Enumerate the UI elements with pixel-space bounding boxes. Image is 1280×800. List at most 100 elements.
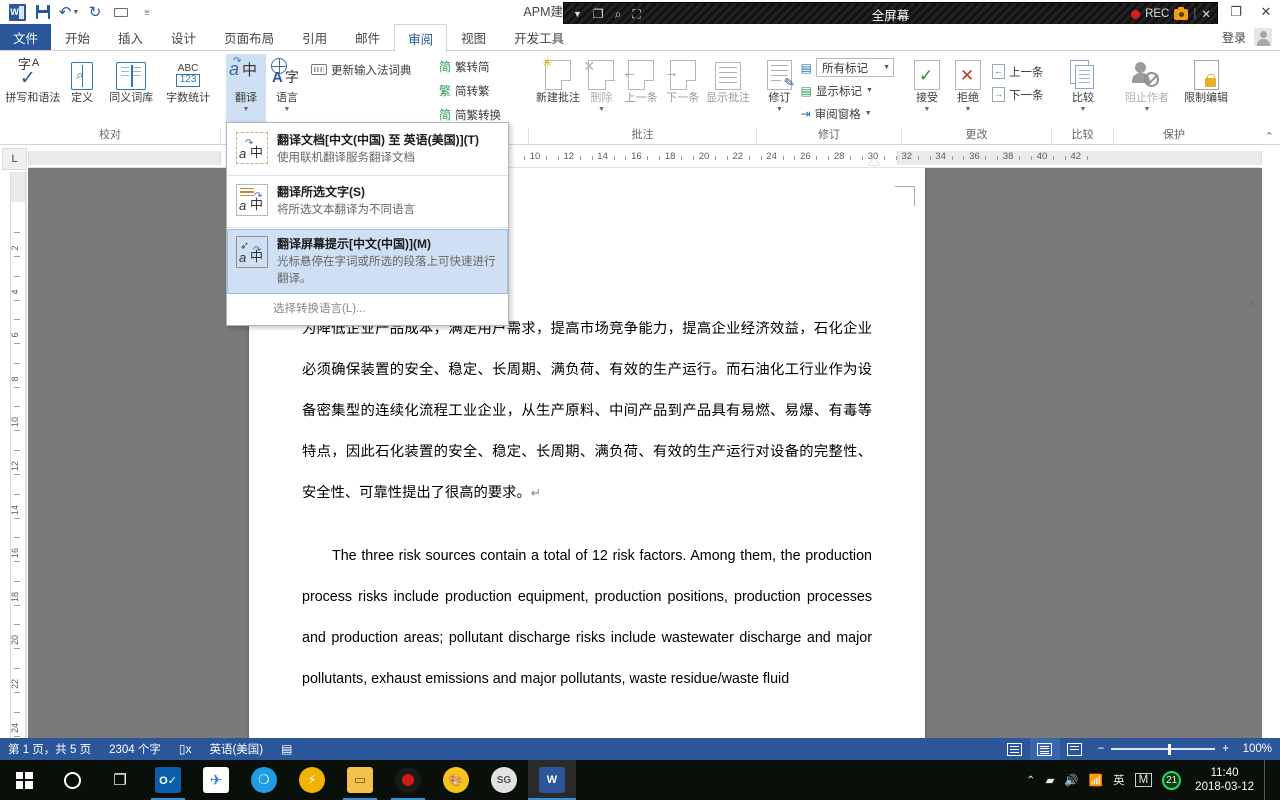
thesaurus-button[interactable]: 同义词库 bbox=[103, 54, 159, 105]
chevron-down-icon[interactable]: ▼ bbox=[866, 87, 873, 94]
markup-view-dropdown[interactable]: ▤ 所有标记 ▼ bbox=[798, 56, 897, 79]
zoom-out-button[interactable]: − bbox=[1098, 743, 1105, 755]
clock[interactable]: 11:40 2018-03-12 bbox=[1191, 766, 1254, 795]
word-logo-icon[interactable]: W bbox=[4, 1, 30, 23]
taskbar-app-screen-recorder[interactable] bbox=[384, 760, 432, 800]
next-change-button[interactable]: → 下一条 bbox=[989, 83, 1047, 106]
previous-comment-button[interactable]: ← 上一条 bbox=[621, 54, 662, 105]
chevron-down-icon[interactable]: ▼ bbox=[883, 64, 890, 71]
right-indent-marker[interactable] bbox=[868, 158, 880, 165]
page-indicator[interactable]: 第 1 页，共 5 页 bbox=[8, 741, 91, 757]
language-caret-icon[interactable]: ▼ bbox=[284, 106, 291, 113]
customize-qat-icon[interactable]: ⩸ bbox=[134, 1, 160, 23]
tab-design[interactable]: 设计 bbox=[157, 24, 210, 50]
restore-button[interactable]: ❐ bbox=[1226, 4, 1246, 20]
tab-home[interactable]: 开始 bbox=[51, 24, 104, 50]
translate-button[interactable]: ↷ a 中 翻译 ▼ bbox=[226, 54, 266, 126]
tab-view[interactable]: 视图 bbox=[447, 24, 500, 50]
vertical-ruler[interactable]: 2 4 6 8 10 12 14 16 18 20 22 24 bbox=[2, 172, 27, 738]
update-ime-dictionary-button[interactable]: 更新输入法词典 bbox=[308, 58, 415, 81]
delete-comment-button[interactable]: ✕ 删除 ▼ bbox=[583, 54, 620, 113]
status-bar[interactable]: 第 1 页，共 5 页 2304 个字 ▯x 英语(美国) ▤ − + 100% bbox=[0, 738, 1280, 760]
tab-developer[interactable]: 开发工具 bbox=[500, 24, 578, 50]
touch-mode-icon[interactable] bbox=[108, 1, 134, 23]
redo-icon[interactable]: ↻ bbox=[82, 1, 108, 23]
taskbar-app-word[interactable]: W bbox=[528, 760, 576, 800]
chevron-up-icon[interactable]: ⌃ bbox=[1026, 773, 1036, 787]
speaker-icon[interactable]: 🔊 bbox=[1064, 773, 1078, 787]
tab-page-layout[interactable]: 页面布局 bbox=[210, 24, 288, 50]
tab-insert[interactable]: 插入 bbox=[104, 24, 157, 50]
wifi-icon[interactable]: 📶 bbox=[1089, 773, 1103, 787]
ime-mode-indicator[interactable]: M bbox=[1134, 773, 1153, 787]
ribbon[interactable]: 字 A ✓ 拼写和语法 ⌕ 定义 同义词库 ABC 123 字数统计 校对 ↷ … bbox=[0, 51, 1280, 145]
next-comment-button[interactable]: → 下一条 bbox=[662, 54, 703, 105]
print-layout-button[interactable] bbox=[1029, 738, 1060, 760]
translate-caret-icon[interactable]: ▼ bbox=[243, 106, 250, 113]
trad-to-simp-button[interactable]: 简 繁转简 bbox=[436, 55, 493, 78]
taskbar-app-thunder[interactable]: ⚡ bbox=[288, 760, 336, 800]
horizontal-ruler[interactable]: 10 12 14 16 18 20 22 24 26 28 30 32 34 36 38 40 42 bbox=[28, 150, 1262, 168]
macro-record-icon[interactable]: ▤ bbox=[281, 742, 292, 756]
block-authors-caret-icon[interactable]: ▼ bbox=[1144, 106, 1151, 113]
chevron-down-icon[interactable]: ▼ bbox=[865, 110, 872, 117]
tab-file[interactable]: 文件 bbox=[0, 24, 52, 50]
scroll-up-icon[interactable]: ⌃ bbox=[1244, 299, 1260, 315]
show-desktop-button[interactable] bbox=[1264, 760, 1270, 800]
track-changes-caret-icon[interactable]: ▼ bbox=[776, 106, 783, 113]
accept-button[interactable]: ✓ 接受 ▼ bbox=[907, 54, 947, 113]
delete-comment-caret-icon[interactable]: ▼ bbox=[598, 106, 605, 113]
zoom-in-button[interactable]: + bbox=[1222, 743, 1229, 755]
tab-stop-selector[interactable]: L bbox=[2, 148, 27, 170]
cortana-search-button[interactable] bbox=[48, 760, 96, 800]
reject-caret-icon[interactable]: ▼ bbox=[965, 106, 972, 113]
signin-area[interactable]: 登录 bbox=[1222, 24, 1280, 50]
word-count-indicator[interactable]: 2304 个字 bbox=[109, 741, 161, 757]
avatar[interactable] bbox=[1254, 28, 1272, 46]
signin-label[interactable]: 登录 bbox=[1222, 29, 1246, 46]
accept-caret-icon[interactable]: ▼ bbox=[924, 106, 931, 113]
window-controls[interactable]: ❐ ✕ bbox=[1226, 0, 1276, 24]
zoom-control[interactable]: − + 100% bbox=[1098, 743, 1272, 756]
read-mode-button[interactable] bbox=[1000, 738, 1030, 760]
language-button[interactable]: A字 语言 ▼ bbox=[267, 54, 307, 113]
restrict-editing-button[interactable]: 限制编辑 bbox=[1176, 54, 1236, 105]
windows-start-button[interactable] bbox=[0, 760, 48, 800]
track-changes-button[interactable]: ✎ 修订 ▼ bbox=[762, 54, 797, 113]
compare-button[interactable]: 比较 ▼ bbox=[1059, 54, 1107, 113]
menu-item-translate-selection[interactable]: ↷ a中 翻译所选文字(S) 将所选文本翻译为不同语言 bbox=[227, 177, 508, 226]
spelling-grammar-button[interactable]: 字 A ✓ 拼写和语法 bbox=[5, 54, 61, 105]
compare-caret-icon[interactable]: ▼ bbox=[1080, 106, 1087, 113]
tab-review[interactable]: 审阅 bbox=[394, 24, 448, 52]
proofing-errors-icon[interactable]: ▯x bbox=[179, 742, 192, 756]
screenshot-camera-icon[interactable] bbox=[1174, 6, 1189, 20]
ime-indicator[interactable]: 英 bbox=[1113, 772, 1125, 788]
word-count-button[interactable]: ABC 123 字数统计 bbox=[160, 54, 216, 105]
close-button[interactable]: ✕ bbox=[1256, 4, 1276, 20]
quick-access-toolbar[interactable]: W ↶ ▼ ↻ ⩸ bbox=[0, 1, 160, 23]
taskbar-app-browser[interactable]: ❍ bbox=[240, 760, 288, 800]
menu-item-choose-translation-language[interactable]: 选择转换语言(L)... bbox=[227, 294, 508, 323]
screen-recorder-toolbar[interactable]: ▼ ❐ ⌕ ⛶ 全屏幕 REC | ✕ bbox=[563, 2, 1218, 26]
zoom-slider[interactable] bbox=[1111, 743, 1216, 756]
ribbon-tab-strip[interactable]: 文件 开始 插入 设计 页面布局 引用 邮件 审阅 视图 开发工具 登录 bbox=[0, 24, 1280, 52]
battery-charging-icon[interactable]: ▰ bbox=[1046, 773, 1055, 787]
show-markup-button[interactable]: ▤ 显示标记 ▼ bbox=[798, 79, 897, 102]
taskbar-app-outlook[interactable]: O✓ bbox=[144, 760, 192, 800]
menu-item-translate-document[interactable]: ↷ a中 翻译文档[中文(中国) 至 英语(美国)](T) 使用联机翻译服务翻译… bbox=[227, 125, 508, 174]
document-canvas[interactable]: 的必要性↵ 法论应用↵ 为降低企业产品成本，满足用户需求，提高市场竞争能力，提高… bbox=[28, 168, 1262, 738]
block-authors-button[interactable]: 阻止作者 ▼ bbox=[1119, 54, 1175, 113]
tab-mailings[interactable]: 邮件 bbox=[341, 24, 394, 50]
tab-references[interactable]: 引用 bbox=[288, 24, 341, 50]
new-comment-button[interactable]: ✳ 新建批注 bbox=[534, 54, 582, 105]
web-layout-button[interactable] bbox=[1060, 738, 1090, 760]
collapse-ribbon-icon[interactable]: ⌃ bbox=[1265, 130, 1274, 143]
reject-button[interactable]: ✕ 拒绝 ▼ bbox=[948, 54, 988, 113]
reviewing-pane-button[interactable]: ⇥ 审阅窗格 ▼ bbox=[798, 102, 897, 125]
simp-to-trad-button[interactable]: 繁 简转繁 bbox=[436, 79, 493, 102]
save-icon[interactable] bbox=[30, 1, 56, 23]
define-button[interactable]: ⌕ 定义 bbox=[62, 54, 102, 105]
taskbar[interactable]: ❐ O✓ ✈ ❍ ⚡ ▭ 🎨 SG W ⌃ ▰ 🔊 📶 英 M 21 11:40… bbox=[0, 760, 1280, 800]
undo-icon[interactable]: ↶ ▼ bbox=[56, 1, 82, 23]
taskbar-app-foxmail[interactable]: ✈ bbox=[192, 760, 240, 800]
